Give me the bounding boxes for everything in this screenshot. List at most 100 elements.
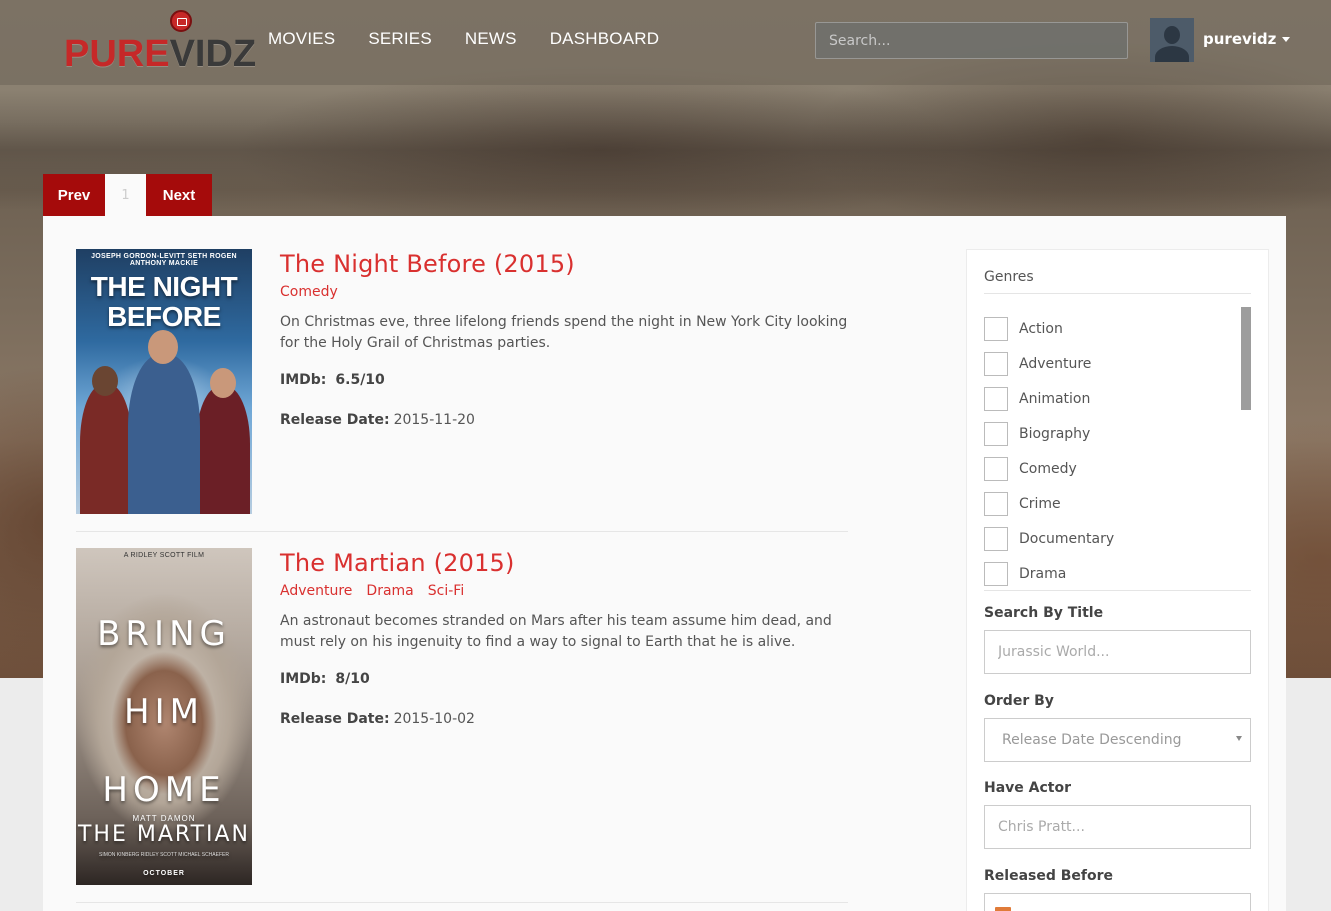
genre-label: Documentary [1019,531,1115,547]
poster-tagline: BRING [97,614,231,654]
avatar-shoulders [1155,46,1189,62]
poster-credits: JOSEPH GORDON-LEVITT SETH ROGEN ANTHONY … [91,253,237,267]
poster-figure [196,386,250,514]
filter-sidebar: Genres Action Adventure Animation Biogra… [966,249,1269,911]
poster-billing: SIMON KINBERG RIDLEY SCOTT MICHAEL SCHAE… [99,852,229,858]
genre-option-crime[interactable]: Crime [984,492,1061,516]
order-by-select[interactable]: Release Date Descending [984,718,1251,762]
avatar[interactable] [1150,18,1194,62]
imdb-value: 8/10 [335,671,370,687]
genre-link[interactable]: Adventure [280,583,352,599]
search-input[interactable] [815,22,1128,59]
poster-title-line: THE NIGHT [90,271,238,302]
top-navbar: PUREVIDZ MOVIES SERIES NEWS DASHBOARD pu… [0,0,1331,85]
poster-figure [128,354,200,514]
genre-option-biography[interactable]: Biography [984,422,1090,446]
movie-info: The Night Before (2015) Comedy On Christ… [280,249,850,428]
genre-checkbox[interactable] [984,492,1008,516]
search-title-label: Search By Title [984,605,1104,621]
genre-option-adventure[interactable]: Adventure [984,352,1091,376]
poster-face [92,366,118,396]
genre-checkbox[interactable] [984,527,1008,551]
prev-button[interactable]: Prev [43,174,105,216]
search-title-input[interactable] [984,630,1251,674]
movie-description: An astronaut becomes stranded on Mars af… [280,613,832,650]
movie-genres: Comedy [280,284,850,300]
genre-link[interactable]: Drama [366,583,413,599]
main-nav: MOVIES SERIES NEWS DASHBOARD [268,29,692,49]
genre-checkbox[interactable] [984,352,1008,376]
genre-label: Action [1019,321,1063,337]
genre-label: Animation [1019,391,1091,407]
genres-heading: Genres [984,269,1251,294]
movie-title[interactable]: The Night Before (2015) [280,249,850,279]
genre-option-drama[interactable]: Drama [984,562,1066,586]
nav-movies[interactable]: MOVIES [268,29,335,49]
genre-label: Biography [1019,426,1091,442]
camera-icon [170,10,192,32]
genre-option-action[interactable]: Action [984,317,1063,341]
release-value: 2015-11-20 [393,412,475,428]
poster-title: THE MARTIAN [77,822,251,847]
release-date: Release Date: 2015-10-02 [280,711,850,727]
genre-list-scrollbar[interactable] [1241,307,1251,410]
genre-option-documentary[interactable]: Documentary [984,527,1114,551]
genre-option-animation[interactable]: Animation [984,387,1090,411]
genre-checkbox[interactable] [984,457,1008,481]
movie-poster[interactable]: JOSEPH GORDON-LEVITT SETH ROGEN ANTHONY … [76,249,252,514]
imdb-label: IMDb: [280,372,327,388]
release-label: Release Date: [280,412,390,428]
purevidz-logo[interactable]: PUREVIDZ [64,10,256,75]
movie-poster[interactable]: A RIDLEY SCOTT FILM BRING HIM HOME MATT … [76,548,252,885]
genre-link[interactable]: Sci-Fi [428,583,464,599]
order-by-label: Order By [984,693,1054,709]
movie-genres: Adventure Drama Sci-Fi [280,583,850,599]
imdb-label: IMDb: [280,671,327,687]
poster-tagline: HOME [102,770,226,810]
avatar-head [1164,26,1180,44]
poster-face [210,368,236,398]
genre-checkbox[interactable] [984,562,1008,586]
movie-info: The Martian (2015) Adventure Drama Sci-F… [280,548,850,727]
poster-month: OCTOBER [143,870,185,877]
nav-dashboard[interactable]: DASHBOARD [550,29,660,49]
release-date: Release Date: 2015-11-20 [280,412,850,428]
genre-checkbox[interactable] [984,387,1008,411]
next-button[interactable]: Next [146,174,212,216]
genre-label: Drama [1019,566,1067,582]
nav-news[interactable]: NEWS [465,29,517,49]
movie-title[interactable]: The Martian (2015) [280,548,850,578]
release-label: Release Date: [280,711,390,727]
imdb-rating: IMDb: 6.5/10 [280,372,850,388]
genre-list[interactable]: Action Adventure Animation Biography Com… [984,307,1251,591]
poster-tagline: HIM [124,692,204,732]
actor-input[interactable] [984,805,1251,849]
genre-label: Comedy [1019,461,1077,477]
genre-option-comedy[interactable]: Comedy [984,457,1077,481]
genre-link[interactable]: Comedy [280,284,338,300]
imdb-value: 6.5/10 [335,372,385,388]
order-by-value: Release Date Descending [1002,732,1182,748]
pagination: Prev 1 Next [43,174,212,216]
movie-item: A RIDLEY SCOTT FILM BRING HIM HOME MATT … [76,548,848,903]
movie-item: JOSEPH GORDON-LEVITT SETH ROGEN ANTHONY … [76,249,848,532]
genre-label: Adventure [1019,356,1092,372]
calendar-icon [995,907,1011,911]
genre-label: Crime [1019,496,1061,512]
actor-label: Have Actor [984,780,1072,796]
poster-face [148,330,178,364]
caret-down-icon [1282,36,1291,42]
user-menu-toggle[interactable]: purevidz [1203,30,1291,48]
release-value: 2015-10-02 [393,711,475,727]
released-before-input[interactable] [984,893,1251,911]
logo-text: PUREVIDZ [64,33,257,75]
genre-checkbox[interactable] [984,422,1008,446]
released-before-label: Released Before [984,868,1114,884]
movie-description: On Christmas eve, three lifelong friends… [280,314,848,351]
nav-series[interactable]: SERIES [368,29,432,49]
poster-figure [80,384,132,514]
username: purevidz [1203,30,1277,48]
current-page[interactable]: 1 [105,174,146,216]
main-panel: JOSEPH GORDON-LEVITT SETH ROGEN ANTHONY … [43,216,1286,911]
genre-checkbox[interactable] [984,317,1008,341]
